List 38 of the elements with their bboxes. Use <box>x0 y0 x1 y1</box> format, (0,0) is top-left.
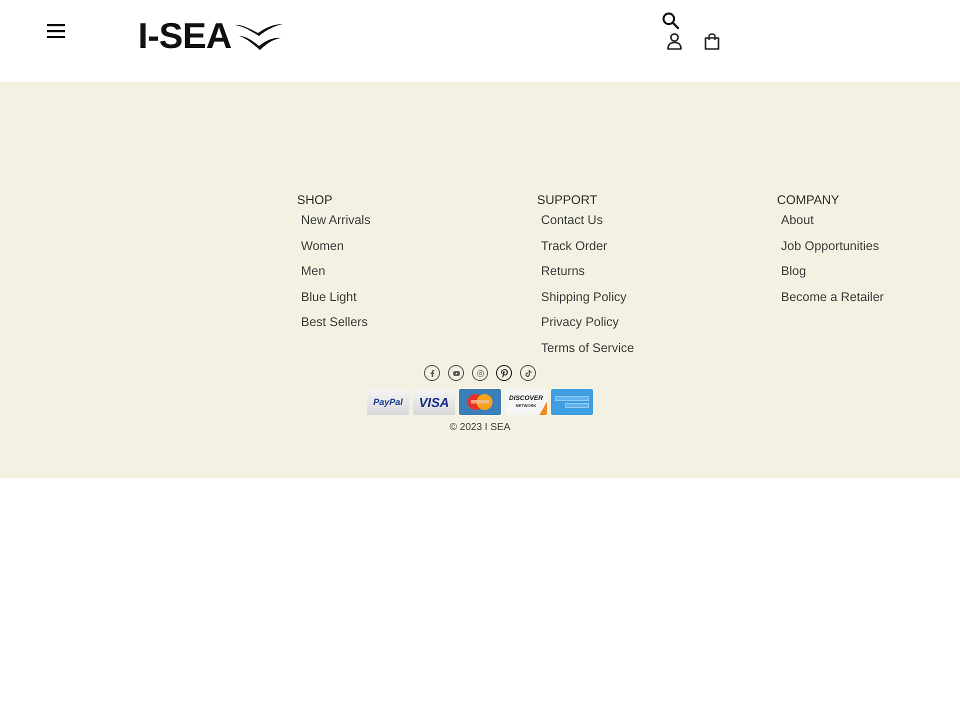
footer-heading: SHOP <box>297 192 332 208</box>
footer-link[interactable]: Terms of Service <box>541 336 634 361</box>
footer-link[interactable]: Returns <box>541 259 585 284</box>
account-button[interactable] <box>667 33 682 50</box>
footer-heading: SUPPORT <box>537 192 598 208</box>
footer-link[interactable]: Privacy Policy <box>541 310 619 336</box>
birds-icon <box>234 21 284 51</box>
footer-link[interactable]: Women <box>301 234 344 259</box>
tiktok-icon[interactable] <box>520 365 536 381</box>
logo[interactable]: I-SEA <box>138 17 284 55</box>
search-button[interactable] <box>662 12 679 29</box>
footer-link[interactable]: Become a Retailer <box>781 284 884 310</box>
logo-text: I-SEA <box>138 17 232 55</box>
footer-heading: COMPANY <box>777 192 840 208</box>
instagram-icon[interactable] <box>472 365 488 381</box>
payment-card-icon <box>551 389 593 415</box>
facebook-icon[interactable] <box>424 365 440 381</box>
footer-link[interactable]: Contact Us <box>541 208 603 234</box>
menu-icon <box>47 24 65 38</box>
footer-link[interactable]: Best Sellers <box>301 310 368 336</box>
pinterest-icon[interactable] <box>496 365 512 381</box>
search-icon <box>662 12 679 29</box>
footer-link[interactable]: Blue Light <box>301 284 357 310</box>
payment-card-icon <box>459 389 501 415</box>
youtube-icon[interactable] <box>448 365 464 381</box>
card-brand-text: VISA <box>418 396 450 408</box>
footer-link[interactable]: Men <box>301 259 326 284</box>
card-brand-text: PayPal <box>373 398 403 406</box>
footer-link[interactable]: Shipping Policy <box>541 284 626 310</box>
copyright-text: © 2023 I SEA <box>450 421 510 434</box>
footer-link[interactable]: Blog <box>781 259 806 284</box>
footer-link[interactable]: Job Opportunities <box>781 234 879 259</box>
account-icon <box>667 33 682 50</box>
footer-link[interactable]: New Arrivals <box>301 208 370 234</box>
footer-link[interactable]: Track Order <box>541 234 608 259</box>
cart-button[interactable] <box>704 33 720 50</box>
footer-link[interactable]: About <box>781 208 814 234</box>
shopping-bag-icon <box>704 33 720 50</box>
